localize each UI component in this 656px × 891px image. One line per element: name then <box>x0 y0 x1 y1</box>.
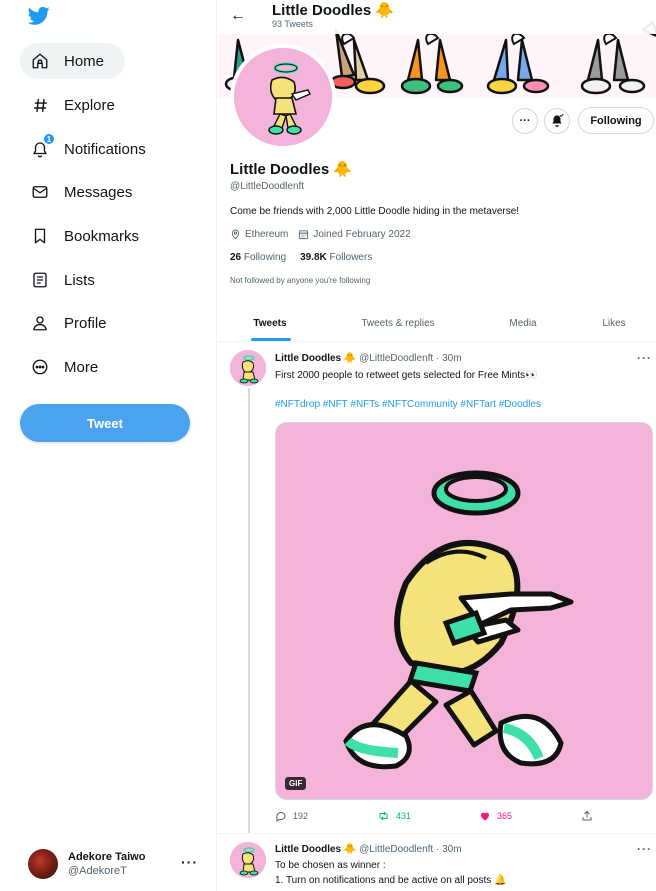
sidebar-item-label: Home <box>64 52 105 70</box>
profile-handle: @LittleDoodlenft <box>230 181 305 192</box>
followers-link[interactable]: 39.8K Followers <box>300 252 372 263</box>
tweet-more-icon[interactable]: ··· <box>637 842 652 856</box>
sidebar-item-explore[interactable]: Explore <box>20 87 127 123</box>
following-link[interactable]: 26 Following <box>230 252 286 263</box>
tweet-header: Little Doodles 🐥 @LittleDoodlenft · 30m <box>275 353 462 364</box>
more-circle-icon <box>30 357 50 377</box>
hashtag-icon <box>30 95 50 115</box>
share-button[interactable] <box>581 810 593 822</box>
tweet-time[interactable]: · 30m <box>436 844 462 855</box>
sidebar-item-label: Lists <box>64 271 95 289</box>
account-handle: @AdekoreT <box>68 865 127 877</box>
profile-stats: 26 Following 39.8K Followers <box>230 252 372 263</box>
tweet-author-handle[interactable]: @LittleDoodlenft <box>359 353 433 364</box>
sidebar-item-lists[interactable]: Lists <box>20 262 107 298</box>
profile-more-button[interactable]: ··· <box>512 108 538 134</box>
calendar-icon <box>299 230 309 240</box>
bookmark-icon <box>30 226 50 246</box>
bell-check-icon <box>550 113 564 130</box>
sidebar-item-messages[interactable]: Messages <box>20 174 144 210</box>
main-column: ← Little Doodles 🐥 93 Tweets ··· Followi… <box>218 0 656 891</box>
tweet-button[interactable]: Tweet <box>20 404 190 442</box>
person-icon <box>30 313 50 333</box>
home-icon <box>30 51 50 71</box>
page-title: Little Doodles 🐥 <box>272 2 395 19</box>
avatar <box>28 849 58 879</box>
location-icon <box>231 229 240 240</box>
sidebar: Home Explore 1 Notifications Messages Bo… <box>0 0 217 891</box>
retweet-count: 431 <box>396 811 412 821</box>
sidebar-item-notifications[interactable]: 1 Notifications <box>20 131 158 167</box>
tweet-author-name[interactable]: Little Doodles 🐥 <box>275 844 356 855</box>
sidebar-item-label: Messages <box>64 183 133 201</box>
twitter-logo-icon[interactable] <box>27 6 52 30</box>
bell-icon: 1 <box>30 133 55 159</box>
sidebar-item-label: Notifications <box>64 140 146 158</box>
tab-tweets-replies[interactable]: Tweets & replies <box>322 304 474 342</box>
tab-media[interactable]: Media <box>474 304 572 342</box>
not-followed-note: Not followed by anyone you're following <box>230 276 371 285</box>
tweet-text-line: To be chosen as winner : <box>275 860 386 871</box>
tweet-hashtags[interactable]: #NFTdrop #NFT #NFTs #NFTCommunity #NFTar… <box>275 399 541 410</box>
gif-badge: GIF <box>285 777 307 790</box>
profile-header-bar: ← Little Doodles 🐥 93 Tweets <box>218 0 656 34</box>
reply-count: 192 <box>293 811 309 821</box>
retweet-button[interactable]: 431 <box>377 810 411 822</box>
profile-bio: Come be friends with 2,000 Little Doodle… <box>230 206 520 217</box>
account-switcher[interactable]: Adekore Taiwo @AdekoreT ··· <box>28 846 208 882</box>
profile-tabs: Tweets Tweets & replies Media Likes <box>218 304 656 342</box>
tweet-avatar[interactable] <box>230 350 266 386</box>
account-name: Adekore Taiwo <box>68 851 146 863</box>
sidebar-item-label: More <box>64 358 99 376</box>
heart-icon <box>480 812 490 821</box>
tweet-author-handle[interactable]: @LittleDoodlenft <box>359 844 433 855</box>
list-icon <box>30 270 50 290</box>
tweet-time[interactable]: · 30m <box>436 353 462 364</box>
sidebar-item-more[interactable]: More <box>20 349 110 385</box>
tweet-more-icon[interactable]: ··· <box>637 351 652 365</box>
tweet-count: 93 Tweets <box>272 19 313 29</box>
tab-tweets[interactable]: Tweets <box>218 304 322 342</box>
thread-connector <box>248 388 250 833</box>
tweet-actions: 192 431 365 <box>275 810 595 826</box>
envelope-icon <box>30 182 50 202</box>
sidebar-item-home[interactable]: Home <box>20 43 125 79</box>
profile-joined: Joined February 2022 <box>313 229 411 240</box>
notify-bell-button[interactable] <box>544 108 570 134</box>
profile-avatar[interactable] <box>230 44 336 150</box>
active-tab-indicator <box>251 338 291 341</box>
retweet-icon <box>379 811 388 821</box>
reply-icon <box>276 812 286 822</box>
tweet-media-gif[interactable]: GIF <box>275 422 653 800</box>
profile-name: Little Doodles 🐥 <box>230 161 353 178</box>
sidebar-item-profile[interactable]: Profile <box>20 305 119 341</box>
tweet-header: Little Doodles 🐥 @LittleDoodlenft · 30m <box>275 844 462 855</box>
tab-likes[interactable]: Likes <box>572 304 656 342</box>
tweet-author-name[interactable]: Little Doodles 🐥 <box>275 353 356 364</box>
reply-button[interactable]: 192 <box>275 810 308 822</box>
notification-badge: 1 <box>43 133 55 145</box>
like-count: 365 <box>497 811 513 821</box>
tweet-avatar[interactable] <box>230 842 266 878</box>
following-button[interactable]: Following <box>578 107 654 134</box>
sidebar-item-label: Explore <box>64 96 115 114</box>
back-arrow-icon[interactable]: ← <box>230 7 246 25</box>
sidebar-item-bookmarks[interactable]: Bookmarks <box>20 218 151 254</box>
sidebar-item-label: Bookmarks <box>64 227 140 245</box>
share-icon <box>582 810 592 821</box>
tweet-text: First 2000 people to retweet gets select… <box>275 370 538 381</box>
profile-meta: Ethereum Joined February 2022 <box>230 229 421 240</box>
profile-location: Ethereum <box>245 229 289 240</box>
account-more-icon[interactable]: ··· <box>181 854 198 870</box>
tweet-divider <box>218 833 656 834</box>
tweet-text-line: 1. Turn on notifications and be active o… <box>275 875 507 886</box>
like-button[interactable]: 365 <box>479 810 512 822</box>
sidebar-item-label: Profile <box>64 314 107 332</box>
